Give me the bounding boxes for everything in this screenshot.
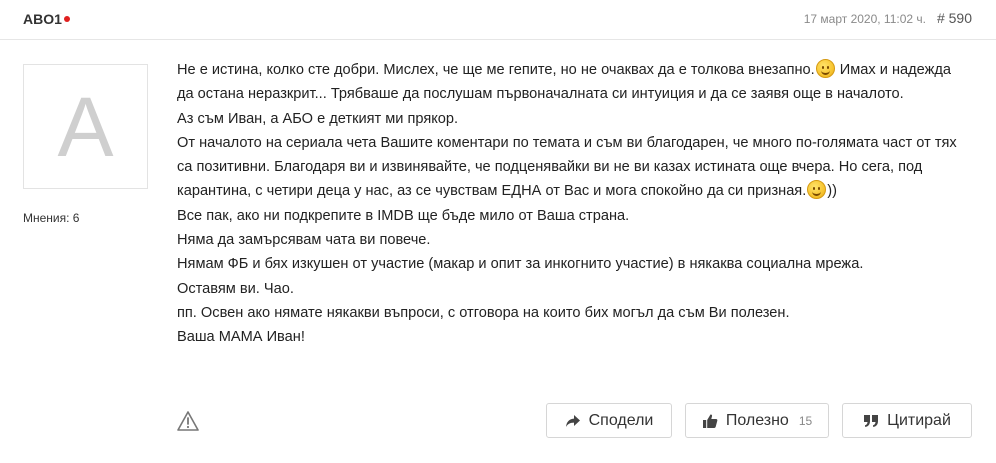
post-paragraph: Не е истина, колко сте добри. Мислех, че… [177,58,967,107]
post-paragraph: пп. Освен ако нямате някакви въпроси, с … [177,304,790,321]
useful-label: Полезно [725,411,789,429]
post-body: Не е истина, колко сте добри. Мислех, че… [177,58,967,350]
share-arrow-icon [565,414,581,428]
quote-button[interactable]: Цитирай [842,403,972,438]
useful-count: 15 [798,413,813,428]
post-paragraph: Аз съм Иван, а АБО е деткият ми прякор. [177,110,459,127]
post-paragraph: Оставям ви. Чао. [177,280,294,297]
post-text: Не е истина, колко сте добри. Мислех, че… [177,62,815,78]
online-status-dot [64,16,70,22]
warning-icon[interactable] [177,410,199,432]
author-opinions-count: Мнения: 6 [23,211,80,225]
thumbs-up-icon [702,413,718,429]
post-paragraph: От началото на сериала чета Вашите комен… [177,131,967,204]
quote-label: Цитирай [887,411,951,429]
author-name[interactable]: ABO1 [23,11,62,27]
post-text: )) [827,183,837,200]
quote-icon [863,414,879,428]
smile-emoji-icon [815,59,835,78]
smile-emoji-icon [807,180,827,200]
post-paragraph: Ваша МАМА Иван! [177,329,305,346]
share-label: Сподели [588,411,654,429]
post-header: ABO1 17 март 2020, 11:02 ч. # 590 [0,0,996,40]
post-date: 17 март 2020, 11:02 ч. [803,12,926,26]
useful-button[interactable]: Полезно 15 [685,403,829,438]
post-text: От началото на сериала чета Вашите комен… [177,134,957,200]
post-number-link[interactable]: # 590 [937,10,972,26]
share-button[interactable]: Сподели [546,403,672,438]
post-paragraph: Нямам ФБ и бях изкушен от участие (макар… [177,256,864,273]
avatar-letter: A [57,79,114,174]
post-paragraph: Все пак, ако ни подкрепите в IMDB ще бъд… [177,207,630,224]
post-paragraph: Няма да замърсявам чата ви повече. [177,232,431,249]
avatar[interactable]: A [23,64,148,189]
